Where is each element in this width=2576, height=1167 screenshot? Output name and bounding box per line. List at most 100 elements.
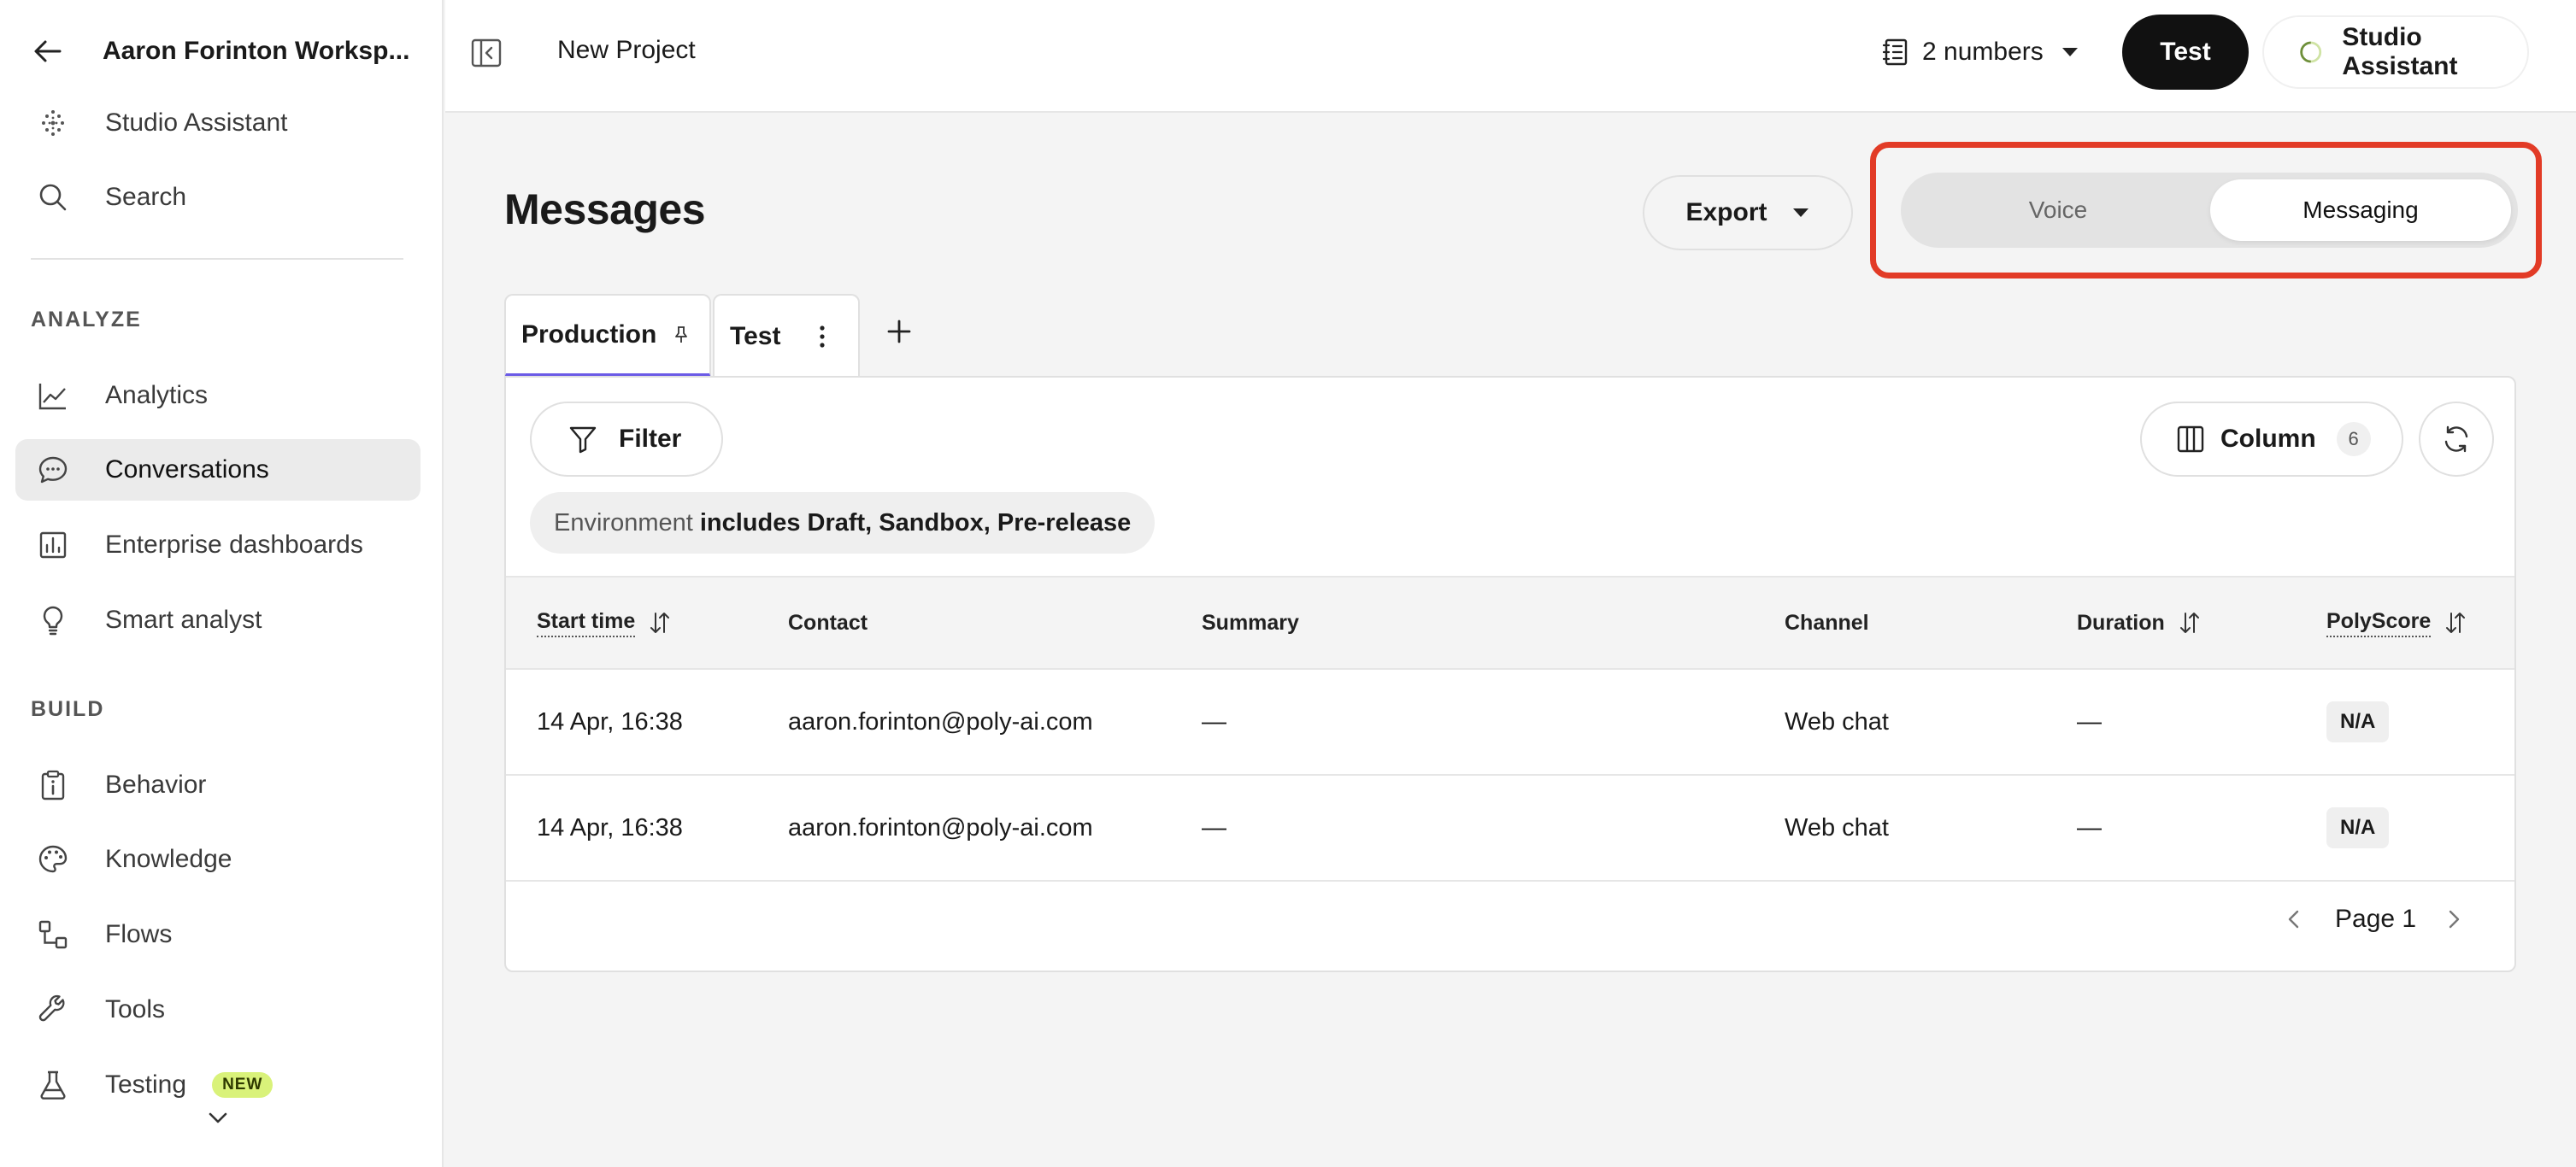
voice-messaging-toggle: Voice Messaging <box>1901 173 2518 248</box>
table-row[interactable]: 14 Apr, 16:38 aaron.forinton@poly-ai.com… <box>506 670 2514 776</box>
tab-production[interactable]: Production <box>504 294 711 378</box>
tab-label: Production <box>521 320 657 349</box>
clipboard-info-icon <box>36 768 70 802</box>
numbers-dropdown[interactable]: 2 numbers <box>1881 31 2079 73</box>
studio-assistant-button[interactable]: Studio Assistant <box>2262 15 2529 89</box>
cell-summary: — <box>1202 707 1226 736</box>
messages-panel: Filter Column 6 Environment includes Dra… <box>504 376 2516 972</box>
voice-option[interactable]: Voice <box>1908 179 2208 241</box>
cell-summary: — <box>1202 813 1226 842</box>
section-label-build: BUILD <box>31 697 105 721</box>
tab-test[interactable]: Test <box>713 294 860 378</box>
chevron-right-icon[interactable] <box>2444 907 2464 931</box>
pin-icon[interactable] <box>673 325 689 344</box>
sort-icon <box>2179 613 2199 633</box>
columns-icon <box>2177 425 2204 453</box>
sidebar-item-analytics[interactable]: Analytics <box>15 365 421 426</box>
section-label-analyze: ANALYZE <box>31 308 142 331</box>
chevron-down-icon[interactable] <box>205 1107 231 1128</box>
export-button[interactable]: Export <box>1643 175 1853 250</box>
column-button[interactable]: Column 6 <box>2140 402 2403 477</box>
caret-down-icon <box>1792 208 1808 217</box>
search-icon <box>36 180 70 214</box>
sidebar-item-label: Enterprise dashboards <box>105 531 363 559</box>
col-header-duration[interactable]: Duration <box>2077 578 2203 668</box>
refresh-button[interactable] <box>2419 402 2494 477</box>
studio-assistant-icon <box>36 106 70 140</box>
cell-polyscore: N/A <box>2326 670 2390 774</box>
chip-value: includes Draft, Sandbox, Pre-release <box>699 508 1132 537</box>
environment-filter-chip[interactable]: Environment includes Draft, Sandbox, Pre… <box>530 492 1156 554</box>
flow-icon <box>36 918 70 952</box>
polyscore-badge: N/A <box>2326 807 2390 848</box>
wrench-icon <box>36 993 70 1027</box>
bar-chart-icon <box>36 528 70 562</box>
sidebar-item-label: Tools <box>105 995 166 1023</box>
sidebar-divider <box>31 258 403 260</box>
page-title: Messages <box>504 185 706 233</box>
palette-icon <box>36 842 70 877</box>
filter-label: Filter <box>619 425 682 453</box>
sidebar-item-studio-assistant[interactable]: Studio Assistant <box>15 92 421 154</box>
workspace-header[interactable]: Aaron Forinton Worksp... <box>31 29 409 73</box>
sidebar-item-label: Flows <box>105 920 173 948</box>
sidebar-item-conversations[interactable]: Conversations <box>15 439 421 501</box>
sidebar-item-tools[interactable]: Tools <box>15 979 421 1041</box>
sidebar-item-enterprise-dashboards[interactable]: Enterprise dashboards <box>15 514 421 576</box>
project-title: New Project <box>557 36 696 64</box>
back-arrow-icon[interactable] <box>31 34 65 68</box>
cell-channel: Web chat <box>1785 813 1889 842</box>
add-tab-icon[interactable] <box>885 318 913 345</box>
cell-duration: — <box>2077 707 2102 736</box>
column-count-badge: 6 <box>2336 422 2371 456</box>
cell-start-time: 14 Apr, 16:38 <box>537 707 683 736</box>
sidebar-item-label: Smart analyst <box>105 606 262 634</box>
col-header-contact: Contact <box>788 610 868 635</box>
sidebar-item-label: Testing <box>105 1070 187 1099</box>
numbers-label: 2 numbers <box>1922 38 2044 66</box>
sidebar-item-knowledge[interactable]: Knowledge <box>15 829 421 890</box>
sidebar-item-label: Knowledge <box>105 845 232 873</box>
filter-icon <box>569 426 597 454</box>
col-header-channel: Channel <box>1785 610 1869 635</box>
assistant-orb-icon <box>2300 41 2322 63</box>
cell-start-time: 14 Apr, 16:38 <box>537 813 683 842</box>
sidebar-item-flows[interactable]: Flows <box>15 904 421 965</box>
sort-icon <box>2446 613 2466 633</box>
sidebar-item-search[interactable]: Search <box>15 167 421 228</box>
sidebar-item-behavior[interactable]: Behavior <box>15 754 421 816</box>
top-bar: New Project 2 numbers Test Studio Assist… <box>445 0 2576 113</box>
lightbulb-icon <box>36 603 70 637</box>
cell-duration: — <box>2077 813 2102 842</box>
sidebar-item-label: Analytics <box>105 381 209 409</box>
cell-channel: Web chat <box>1785 707 1889 736</box>
refresh-icon <box>2444 425 2468 453</box>
tab-label: Test <box>730 322 781 350</box>
notebook-icon <box>1882 38 1908 66</box>
col-header-polyscore[interactable]: PolyScore <box>2326 578 2468 668</box>
workspace-name: Aaron Forinton Worksp... <box>103 37 410 65</box>
sidebar-item-smart-analyst[interactable]: Smart analyst <box>15 589 421 651</box>
line-chart-icon <box>36 378 70 413</box>
sidebar-item-label: Search <box>105 183 187 211</box>
test-button[interactable]: Test <box>2122 15 2249 90</box>
filter-button[interactable]: Filter <box>530 402 723 477</box>
chevron-left-icon[interactable] <box>2284 907 2304 931</box>
sidebar-item-label: Behavior <box>105 771 207 799</box>
pagination: Page 1 <box>2284 900 2464 938</box>
page-label: Page 1 <box>2335 905 2417 933</box>
assistant-label: Studio Assistant <box>2342 23 2458 80</box>
flask-icon <box>36 1068 70 1102</box>
caret-down-icon <box>2061 48 2078 56</box>
column-label: Column <box>2220 425 2316 453</box>
sidebar-item-label: Conversations <box>105 455 269 484</box>
polyscore-badge: N/A <box>2326 701 2390 742</box>
table-row[interactable]: 14 Apr, 16:38 aaron.forinton@poly-ai.com… <box>506 776 2514 882</box>
col-header-start-time[interactable]: Start time <box>537 578 673 668</box>
sort-icon <box>650 613 670 633</box>
collapse-sidebar-icon[interactable] <box>469 36 503 70</box>
messaging-option[interactable]: Messaging <box>2210 179 2511 241</box>
more-options-icon[interactable] <box>818 323 826 350</box>
chat-bubble-icon <box>36 453 70 487</box>
cell-contact: aaron.forinton@poly-ai.com <box>788 813 1093 842</box>
